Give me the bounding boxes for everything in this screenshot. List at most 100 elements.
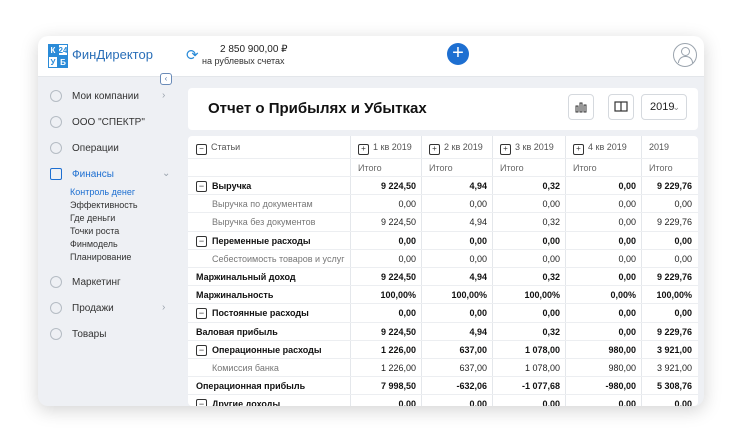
collapse-row-icon[interactable]: −: [196, 181, 207, 192]
column-header-q2[interactable]: +2 кв 2019: [429, 142, 483, 155]
row-value[interactable]: 0,32: [542, 272, 560, 282]
row-value[interactable]: 9 224,50: [381, 327, 416, 337]
row-value[interactable]: 4,94: [469, 217, 487, 227]
row-value[interactable]: 9 229,76: [657, 272, 692, 282]
row-value[interactable]: 637,00: [459, 345, 487, 355]
row-value[interactable]: -980,00: [605, 381, 636, 391]
row-value[interactable]: 100,00%: [524, 290, 560, 300]
row-value[interactable]: 3 921,00: [657, 363, 692, 373]
row-value[interactable]: 0,00: [469, 236, 487, 246]
row-value[interactable]: 100,00%: [656, 290, 692, 300]
row-value[interactable]: 0,00: [398, 236, 416, 246]
expand-icon[interactable]: +: [573, 144, 584, 155]
row-value[interactable]: 0,32: [542, 181, 560, 191]
row-label[interactable]: Переменные расходы: [212, 236, 311, 246]
row-value[interactable]: 9 229,76: [657, 181, 692, 191]
sidebar-subitem-efficiency[interactable]: Эффективность: [70, 200, 138, 210]
expand-icon[interactable]: +: [500, 144, 511, 155]
expand-icon[interactable]: +: [429, 144, 440, 155]
column-header-items[interactable]: − Статьи: [196, 142, 240, 155]
row-value[interactable]: 0,00: [398, 199, 416, 209]
column-header-q1[interactable]: +1 кв 2019: [358, 142, 412, 155]
book-view-button[interactable]: [608, 94, 634, 120]
row-value[interactable]: 1 078,00: [525, 345, 560, 355]
row-value[interactable]: 0,00: [542, 199, 560, 209]
year-select[interactable]: 2019 ⌄: [641, 94, 687, 120]
row-value[interactable]: 9 224,50: [381, 272, 416, 282]
row-value[interactable]: 0,00: [618, 272, 636, 282]
row-value[interactable]: 0,32: [542, 217, 560, 227]
row-value[interactable]: 9 229,76: [657, 217, 692, 227]
row-value[interactable]: 4,94: [469, 181, 487, 191]
row-value[interactable]: 0,00: [398, 399, 416, 406]
row-value[interactable]: 1 226,00: [381, 345, 416, 355]
column-header-q3[interactable]: +3 кв 2019: [500, 142, 554, 155]
row-value[interactable]: 0,00: [674, 254, 692, 264]
row-value[interactable]: 0,00: [618, 327, 636, 337]
collapse-row-icon[interactable]: −: [196, 235, 207, 247]
row-value[interactable]: 0,00: [398, 254, 416, 264]
row-value[interactable]: 4,94: [469, 272, 487, 282]
row-value[interactable]: -1 077,68: [522, 381, 560, 391]
row-value[interactable]: 100,00%: [451, 290, 487, 300]
row-value[interactable]: 0,00: [618, 199, 636, 209]
row-value[interactable]: 0,00: [618, 181, 636, 191]
row-value[interactable]: 9 229,76: [657, 327, 692, 337]
row-label[interactable]: Другие доходы: [212, 399, 280, 406]
sidebar-subitem-growth-points[interactable]: Точки роста: [70, 226, 119, 236]
row-value[interactable]: 0,00: [674, 308, 692, 318]
row-value[interactable]: 0,00: [469, 399, 487, 406]
row-label[interactable]: Постоянные расходы: [212, 308, 309, 318]
row-value[interactable]: 0,00: [542, 308, 560, 318]
row-value[interactable]: 4,94: [469, 327, 487, 337]
row-value[interactable]: 7 998,50: [381, 381, 416, 391]
row-value[interactable]: 980,00: [608, 345, 636, 355]
app-logo[interactable]: К 24 У Б: [48, 44, 68, 68]
row-value[interactable]: 9 224,50: [381, 217, 416, 227]
sidebar-subitem-cash-control[interactable]: Контроль денег: [70, 187, 135, 197]
sidebar-subitem-finmodel[interactable]: Финмодель: [70, 239, 118, 249]
row-value[interactable]: 0,00: [618, 308, 636, 318]
row-value[interactable]: 980,00: [608, 363, 636, 373]
user-avatar[interactable]: [673, 43, 697, 67]
app-name[interactable]: ФинДиректор: [72, 47, 153, 62]
row-value[interactable]: 0,00: [542, 254, 560, 264]
collapse-row-icon[interactable]: −: [196, 308, 207, 320]
row-value[interactable]: 0,00: [674, 399, 692, 406]
row-value[interactable]: 0,00: [618, 217, 636, 227]
row-label[interactable]: Выручка: [212, 181, 251, 191]
row-value[interactable]: -632,06: [456, 381, 487, 391]
row-value[interactable]: 0,32: [542, 327, 560, 337]
collapse-row-icon[interactable]: −: [196, 344, 207, 356]
collapse-row-icon[interactable]: −: [196, 399, 207, 406]
row-value[interactable]: 1 226,00: [381, 363, 416, 373]
company-icon: [50, 116, 62, 128]
sidebar-subitem-planning[interactable]: Планирование: [70, 252, 131, 262]
row-label[interactable]: Операционные расходы: [212, 345, 322, 355]
row-value[interactable]: 0,00: [674, 236, 692, 246]
row-value[interactable]: 637,00: [459, 363, 487, 373]
row-value[interactable]: 9 224,50: [381, 181, 416, 191]
row-value[interactable]: 0,00: [469, 254, 487, 264]
row-value[interactable]: 3 921,00: [657, 345, 692, 355]
row-value[interactable]: 0,00: [618, 236, 636, 246]
row-value[interactable]: 0,00: [542, 399, 560, 406]
column-header-q4[interactable]: +4 кв 2019: [573, 142, 627, 155]
collapse-icon[interactable]: −: [196, 144, 207, 155]
row-value[interactable]: 1 078,00: [525, 363, 560, 373]
row-value[interactable]: 100,00%: [380, 290, 416, 300]
row-value[interactable]: 0,00: [674, 199, 692, 209]
row-value[interactable]: 0,00%: [610, 290, 636, 300]
row-value[interactable]: 0,00: [398, 308, 416, 318]
row-value[interactable]: 0,00: [469, 308, 487, 318]
row-value[interactable]: 0,00: [618, 399, 636, 406]
refresh-icon[interactable]: ⟳: [186, 48, 202, 64]
row-value[interactable]: 0,00: [542, 236, 560, 246]
sidebar-subitem-where-money[interactable]: Где деньги: [70, 213, 115, 223]
row-value[interactable]: 0,00: [618, 254, 636, 264]
chart-view-button[interactable]: [568, 94, 594, 120]
row-value[interactable]: 0,00: [469, 199, 487, 209]
row-value[interactable]: 5 308,76: [657, 381, 692, 391]
expand-icon[interactable]: +: [358, 144, 369, 155]
add-button[interactable]: +: [447, 43, 469, 65]
